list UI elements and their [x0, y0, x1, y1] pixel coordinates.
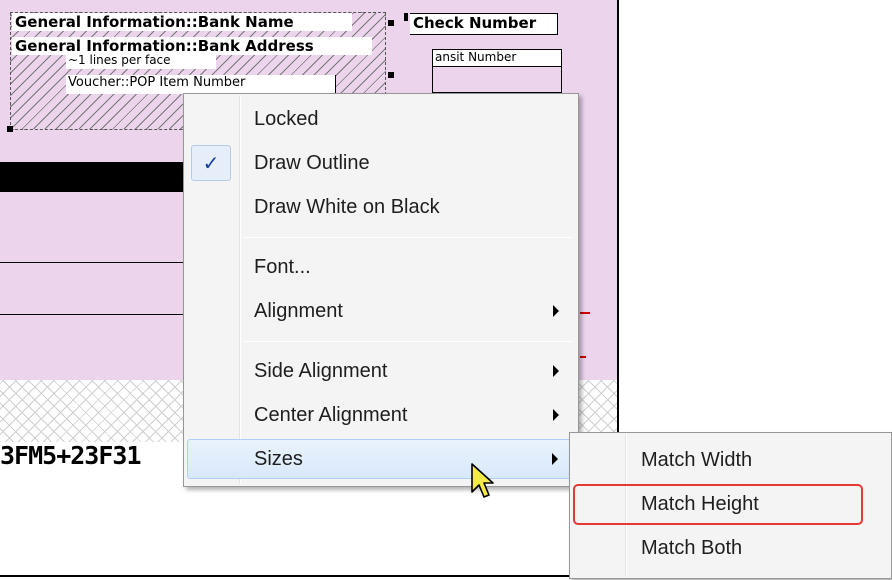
menu-item-label: Side Alignment	[254, 359, 388, 382]
transit-number-box	[432, 67, 562, 93]
menu-item-draw-white-on-black[interactable]: Draw White on Black	[187, 187, 575, 227]
menu-item-alignment[interactable]: Alignment	[187, 291, 575, 331]
transit-number-field[interactable]: ansit Number	[432, 49, 562, 67]
canvas-bottom-border	[0, 575, 620, 577]
menu-item-label: Center Alignment	[254, 403, 408, 426]
menu-item-center-alignment[interactable]: Center Alignment	[187, 395, 575, 435]
menu-item-side-alignment[interactable]: Side Alignment	[187, 351, 575, 391]
menu-item-sizes[interactable]: Sizes	[187, 439, 575, 479]
menu-item-label: Locked	[254, 107, 319, 130]
menu-item-label: Alignment	[254, 299, 343, 322]
submenu-item-match-width[interactable]: Match Width	[573, 439, 888, 481]
menu-separator	[243, 341, 573, 342]
mouse-pointer-icon	[471, 463, 494, 498]
selection-handle[interactable]	[7, 126, 13, 132]
red-marker	[580, 356, 586, 358]
submenu-arrow-icon	[553, 409, 559, 421]
menu-item-draw-outline[interactable]: ✓ Draw Outline	[187, 143, 575, 183]
micr-line-text: 3FM5+23F31	[0, 441, 142, 470]
rule-line	[0, 262, 190, 263]
selection-handle[interactable]	[388, 72, 394, 78]
menu-item-font[interactable]: Font...	[187, 247, 575, 287]
lines-per-face-label: ~1 lines per face	[66, 53, 216, 69]
menu-separator	[243, 237, 573, 238]
item-number-field[interactable]: Voucher::POP Item Number	[66, 75, 336, 94]
menu-item-label: Font...	[254, 255, 311, 278]
black-band	[0, 162, 190, 192]
red-marker	[580, 312, 590, 314]
bank-name-field[interactable]: General Information::Bank Name	[12, 13, 352, 31]
selection-handle[interactable]	[404, 13, 408, 21]
submenu-arrow-icon	[552, 453, 558, 465]
menu-item-label: Sizes	[254, 447, 303, 470]
selection-handle[interactable]	[388, 20, 394, 26]
context-menu: Locked ✓ Draw Outline Draw White on Blac…	[183, 93, 579, 487]
checkmark-icon: ✓	[191, 145, 231, 181]
submenu-arrow-icon	[553, 305, 559, 317]
check-number-field[interactable]: Check Number	[410, 13, 558, 35]
submenu-item-match-both[interactable]: Match Both	[573, 527, 888, 569]
menu-item-label: Match Both	[641, 536, 743, 559]
menu-item-locked[interactable]: Locked	[187, 99, 575, 139]
menu-item-label: Draw Outline	[254, 151, 370, 174]
rule-line	[0, 314, 190, 315]
menu-item-label: Match Width	[641, 448, 753, 471]
menu-item-label: Draw White on Black	[254, 195, 440, 218]
submenu-arrow-icon	[553, 365, 559, 377]
annotation-highlight-box	[573, 484, 863, 525]
